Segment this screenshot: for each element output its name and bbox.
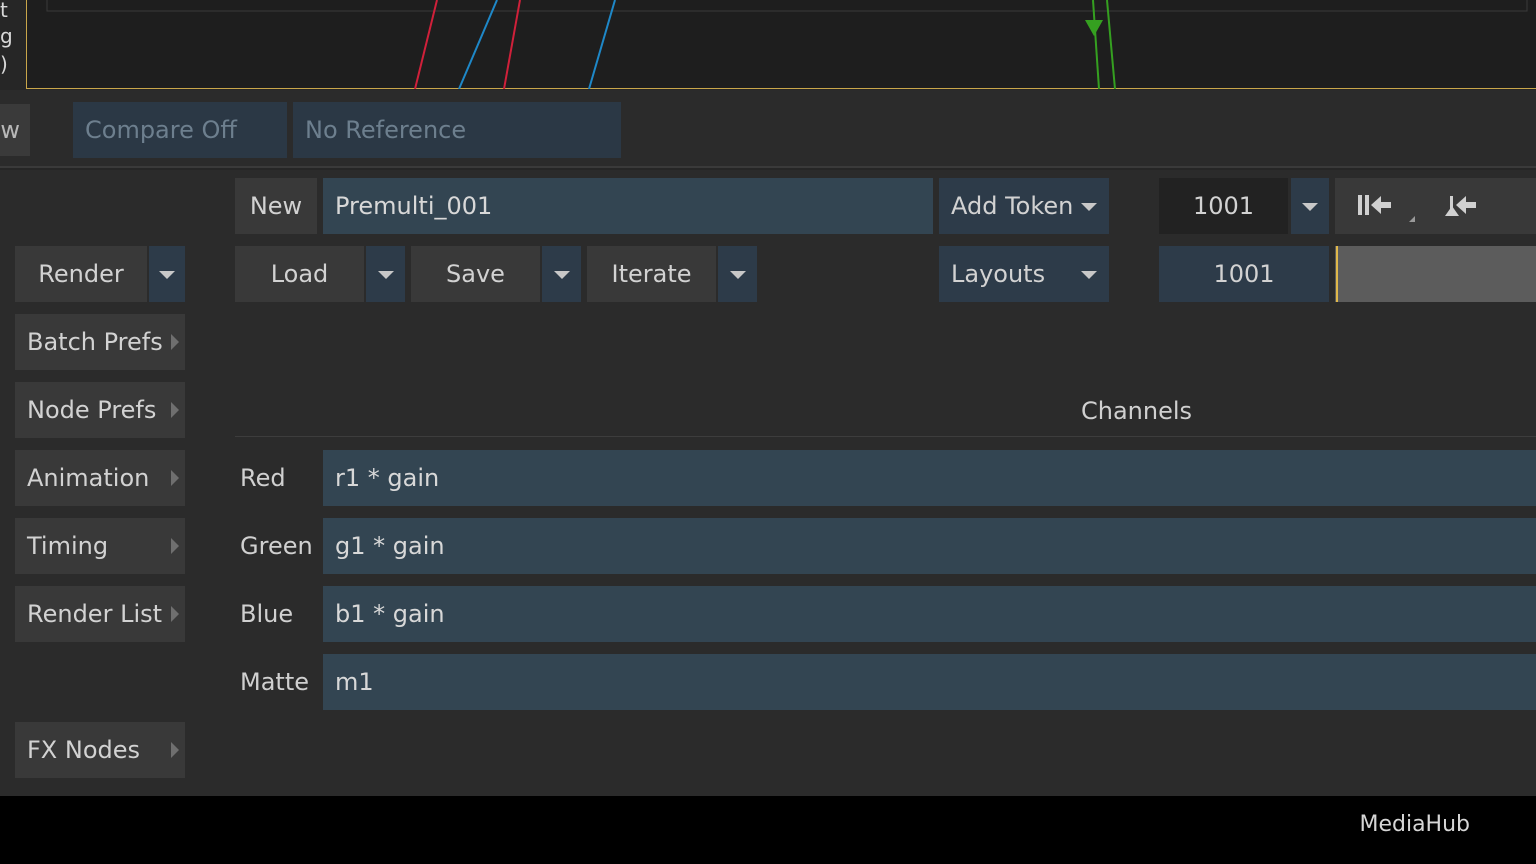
previous-keyframe-icon [1445,196,1476,216]
curve-graph-svg [46,0,1528,89]
green-curve [1092,0,1100,89]
load-button[interactable]: Load [235,246,364,302]
sidebar-item-fx-nodes[interactable]: FX Nodes [15,722,185,778]
timeline-scrubber[interactable] [1335,246,1536,302]
add-token-dropdown[interactable]: Add Token [939,178,1109,234]
footer-bar: MediaHub [0,796,1536,864]
expand-arrow-icon [171,470,179,486]
blue-curve [588,0,616,89]
sidebar-item-timing[interactable]: Timing [15,518,185,574]
curve-graph-canvas[interactable] [26,0,1536,89]
channel-green-expression[interactable]: g1 * gain [323,518,1536,574]
channel-label-green: Green [240,532,313,560]
sidebar-item-node-prefs[interactable]: Node Prefs [15,382,185,438]
red-curve [414,0,438,89]
chevron-down-icon [1081,271,1097,279]
chevron-down-icon [1081,203,1097,211]
green-keyframe-marker [1085,20,1103,36]
view-button[interactable]: w [0,104,30,156]
compare-bar: w Compare Off No Reference [0,90,1536,168]
sidebar-item-render-list[interactable]: Render List [15,586,185,642]
layouts-dropdown[interactable]: Layouts [939,246,1109,302]
channel-red-expression[interactable]: r1 * gain [323,450,1536,506]
iterate-button[interactable]: Iterate [587,246,716,302]
channels-title: Channels [1081,397,1193,425]
expand-arrow-icon [171,606,179,622]
channel-label-matte: Matte [240,668,309,696]
curve-graph-panel: t g ) [0,0,1536,90]
mediahub-tab[interactable]: MediaHub [1359,796,1470,854]
frame-number-field[interactable]: 1001 [1159,178,1288,234]
playhead-marker[interactable] [1336,246,1338,302]
red-curve [503,0,521,89]
save-button[interactable]: Save [411,246,540,302]
expand-arrow-icon [171,538,179,554]
channel-matte-expression[interactable]: m1 [323,654,1536,710]
go-to-start-icon [1358,195,1415,222]
node-name-field[interactable]: Premulti_001 [323,178,933,234]
expand-arrow-icon [171,334,179,350]
blue-curve [458,0,498,89]
channel-blue-expression[interactable]: b1 * gain [323,586,1536,642]
iterate-dropdown-button[interactable] [718,246,757,302]
sidebar-item-label: Node Prefs [27,396,157,424]
graph-range-frame [46,0,1528,12]
channels-divider [235,436,1536,437]
channel-label-red: Red [240,464,286,492]
sidebar-item-batch-prefs[interactable]: Batch Prefs [15,314,185,370]
frame-dropdown-button[interactable] [1291,178,1329,234]
expand-arrow-icon [171,742,179,758]
node-editor-panel: Render Batch Prefs Node Prefs Animation … [0,170,1536,796]
compare-mode-button[interactable]: Compare Off [73,102,287,158]
sidebar-item-animation[interactable]: Animation [15,450,185,506]
load-dropdown-button[interactable] [366,246,405,302]
sidebar-item-label: Animation [27,464,150,492]
sidebar-item-label: Render List [27,600,163,628]
sidebar-item-label: Batch Prefs [27,328,163,356]
graph-side-label: ) [0,52,8,76]
channel-label-blue: Blue [240,600,294,628]
sidebar-item-label: Timing [27,532,109,560]
transport-icons-svg [1358,195,1476,222]
current-frame-field[interactable]: 1001 [1159,246,1329,302]
transport-controls [1335,178,1536,234]
reference-selector[interactable]: No Reference [293,102,621,158]
graph-side-label: g [0,24,13,48]
render-dropdown-button[interactable] [149,246,185,302]
add-token-label: Add Token [951,192,1074,220]
layouts-label: Layouts [951,260,1046,288]
sidebar-item-label: FX Nodes [27,736,141,764]
graph-side-label: t [0,0,8,22]
expand-arrow-icon [171,402,179,418]
new-node-button[interactable]: New [235,178,317,234]
green-curve [1106,0,1116,89]
save-dropdown-button[interactable] [542,246,581,302]
render-button[interactable]: Render [15,246,147,302]
